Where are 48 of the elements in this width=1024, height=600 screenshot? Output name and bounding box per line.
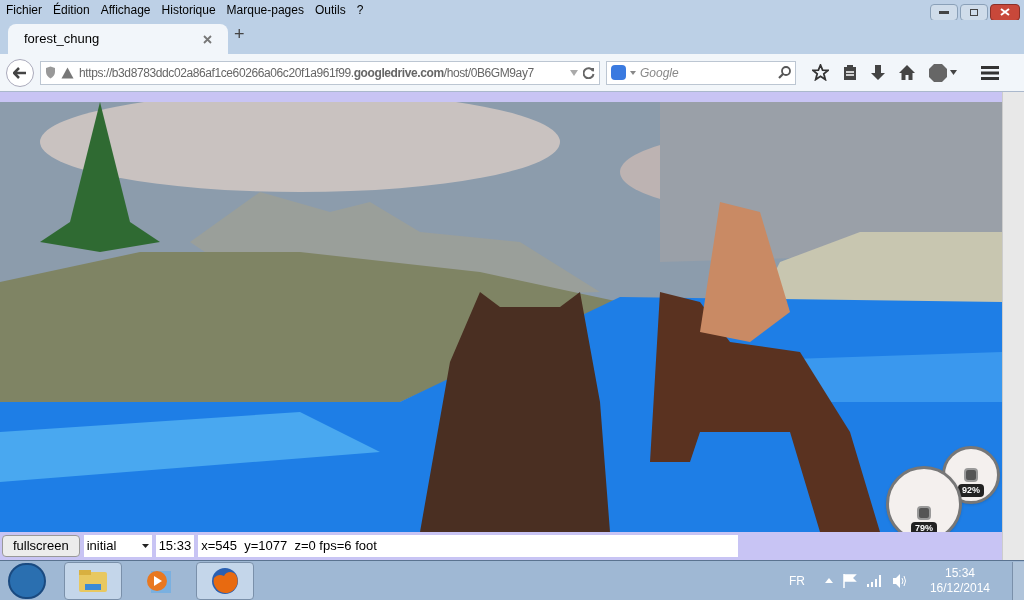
url-text: https://b3d8783ddc02a86af1ce60266a06c20f1a961f99.googledrive.com/host/0B6GM9ay7 xyxy=(79,64,535,82)
download-icon[interactable] xyxy=(871,64,885,81)
warning-icon xyxy=(61,66,74,79)
fullscreen-button[interactable]: fullscreen xyxy=(2,535,80,557)
menu-item[interactable]: ? xyxy=(356,1,364,19)
search-field[interactable]: Google xyxy=(606,60,796,85)
start-button[interactable] xyxy=(8,562,46,599)
search-engine-icon[interactable] xyxy=(611,65,626,80)
menu-icon[interactable] xyxy=(981,65,999,80)
reload-icon[interactable] xyxy=(583,66,595,79)
close-icon[interactable] xyxy=(203,34,212,44)
back-arrow-icon xyxy=(13,66,27,79)
status-field: x=545 y=1077 z=0 fps=6 foot xyxy=(198,535,739,557)
search-icon[interactable] xyxy=(778,66,791,79)
restore-button[interactable] xyxy=(960,3,988,21)
clock-date: 16/12/2014 xyxy=(929,580,990,596)
shield-icon xyxy=(45,66,56,79)
chip-icon xyxy=(964,467,978,482)
new-tab-button[interactable]: + xyxy=(234,21,245,48)
menu-item[interactable]: Édition xyxy=(53,1,90,19)
stop-sign-icon[interactable] xyxy=(929,63,947,82)
clock-time: 15:34 xyxy=(944,565,975,581)
menu-item[interactable]: Outils xyxy=(314,1,346,19)
taskbar-button[interactable] xyxy=(64,561,122,600)
menu-item[interactable]: Affichage xyxy=(100,1,151,19)
address-bar[interactable]: https://b3d8783ddc02a86af1ce60266a06c20f1a961f99.googledrive.com/host/0B6GM9ay7 xyxy=(40,60,600,85)
back-button[interactable] xyxy=(6,58,34,87)
dropdown-caret-icon[interactable] xyxy=(950,70,957,75)
menu-item[interactable]: Marque-pages xyxy=(226,1,304,19)
chip-icon xyxy=(917,505,931,520)
star-icon[interactable] xyxy=(812,64,829,81)
gauge-reading: 79% xyxy=(911,521,937,532)
taskbar-button[interactable] xyxy=(196,561,254,600)
clipboard-icon[interactable] xyxy=(843,64,857,81)
scrollbar[interactable] xyxy=(1002,92,1024,560)
menu-item[interactable]: Fichier xyxy=(6,1,42,19)
menu-item[interactable]: Historique xyxy=(161,1,216,19)
time-field: 15:33 xyxy=(155,535,195,557)
browser-tab[interactable]: forest_chung xyxy=(8,24,228,54)
home-icon[interactable] xyxy=(899,65,915,80)
close-icon xyxy=(1000,8,1010,16)
folder-icon xyxy=(77,567,109,594)
minimize-button[interactable] xyxy=(930,3,958,21)
gauge-reading: 92% xyxy=(958,483,984,497)
close-button[interactable] xyxy=(990,3,1020,21)
search-input[interactable]: Google xyxy=(640,63,774,82)
view-select[interactable]: initial xyxy=(83,535,152,557)
dropdown-caret-icon xyxy=(141,544,149,548)
